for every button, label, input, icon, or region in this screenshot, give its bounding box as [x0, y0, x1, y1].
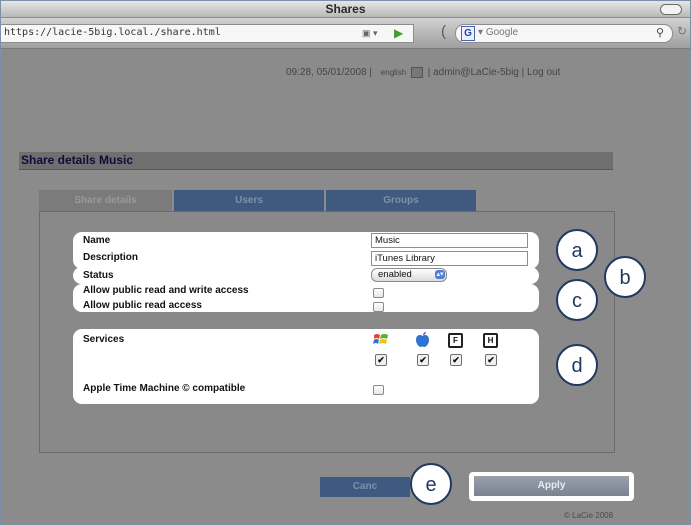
read-access-checkbox[interactable]: [373, 302, 384, 312]
apply-button[interactable]: Apply: [474, 476, 629, 496]
callout-e: e: [410, 463, 452, 505]
select-arrows-icon: ▴▾: [435, 270, 445, 279]
services-label: Services: [83, 334, 125, 345]
windows-service-checkbox[interactable]: ✔: [375, 354, 387, 366]
back-bracket-icon: (: [441, 23, 446, 40]
timemachine-label: Apple Time Machine © compatible: [83, 383, 246, 394]
search-field[interactable]: G ▾ Google ⚲: [455, 24, 673, 43]
go-icon[interactable]: ▶: [394, 26, 403, 40]
language-select[interactable]: [410, 67, 423, 78]
rw-access-label: Allow public read and write access: [83, 285, 249, 296]
http-service-checkbox[interactable]: ✔: [485, 354, 497, 366]
address-bar[interactable]: https://lacie-5big.local./share.html ▣ ▾…: [1, 24, 414, 43]
user-label: | admin@LaCie-5big |: [427, 67, 525, 79]
browser-window: Shares https://lacie-5big.local./share.h…: [0, 0, 691, 525]
reload-icon[interactable]: ↻: [677, 24, 687, 38]
logout-link[interactable]: Log out: [527, 67, 560, 78]
title-bar: Shares: [1, 1, 690, 18]
callout-a: a: [556, 229, 598, 271]
name-field[interactable]: Music: [371, 233, 528, 248]
callout-c: c: [556, 279, 598, 321]
windows-icon: [373, 334, 388, 344]
ftp-icon: F: [448, 333, 463, 348]
copyright: © LaCie 2008: [564, 511, 614, 520]
language-label: english: [380, 68, 407, 78]
apple-service-checkbox[interactable]: ✔: [417, 354, 429, 366]
status-value: enabled: [378, 269, 412, 280]
rw-access-checkbox[interactable]: [373, 288, 384, 298]
http-icon: H: [483, 333, 498, 348]
tab-groups[interactable]: Groups: [326, 190, 476, 211]
search-icon[interactable]: ⚲: [656, 26, 664, 39]
tab-share-details[interactable]: Share details: [39, 190, 172, 211]
window-title: Shares: [325, 2, 366, 16]
share-title: Share details Music: [21, 153, 134, 167]
status-label: Status: [83, 270, 114, 281]
tab-users[interactable]: Users: [174, 190, 324, 211]
apply-highlight: Apply: [469, 472, 634, 501]
status-box: [73, 267, 539, 284]
status-select[interactable]: enabled ▴▾: [371, 268, 447, 282]
description-field[interactable]: iTunes Library: [371, 251, 528, 266]
datetime: 09:28, 05/01/2008 |: [286, 67, 373, 79]
rss-icon[interactable]: ▣ ▾: [362, 28, 378, 39]
status-line: 09:28, 05/01/2008 | english | admin@LaCi…: [286, 67, 560, 78]
callout-d: d: [556, 344, 598, 386]
ftp-service-checkbox[interactable]: ✔: [450, 354, 462, 366]
toolbar-toggle-button[interactable]: [660, 4, 682, 15]
apple-icon: [416, 332, 429, 347]
read-access-label: Allow public read access: [83, 300, 202, 311]
browser-toolbar: https://lacie-5big.local./share.html ▣ ▾…: [1, 18, 690, 49]
address-text: https://lacie-5big.local./share.html: [4, 27, 221, 38]
page-content: 09:28, 05/01/2008 | english | admin@LaCi…: [1, 49, 690, 524]
cancel-button[interactable]: Canc: [320, 477, 410, 497]
google-icon: G: [461, 26, 475, 41]
description-label: Description: [83, 252, 139, 263]
name-label: Name: [83, 235, 111, 246]
callout-b: b: [604, 256, 646, 298]
share-header: Share details Music: [19, 152, 613, 170]
timemachine-checkbox[interactable]: [373, 385, 384, 395]
search-placeholder: ▾ Google: [478, 27, 519, 38]
